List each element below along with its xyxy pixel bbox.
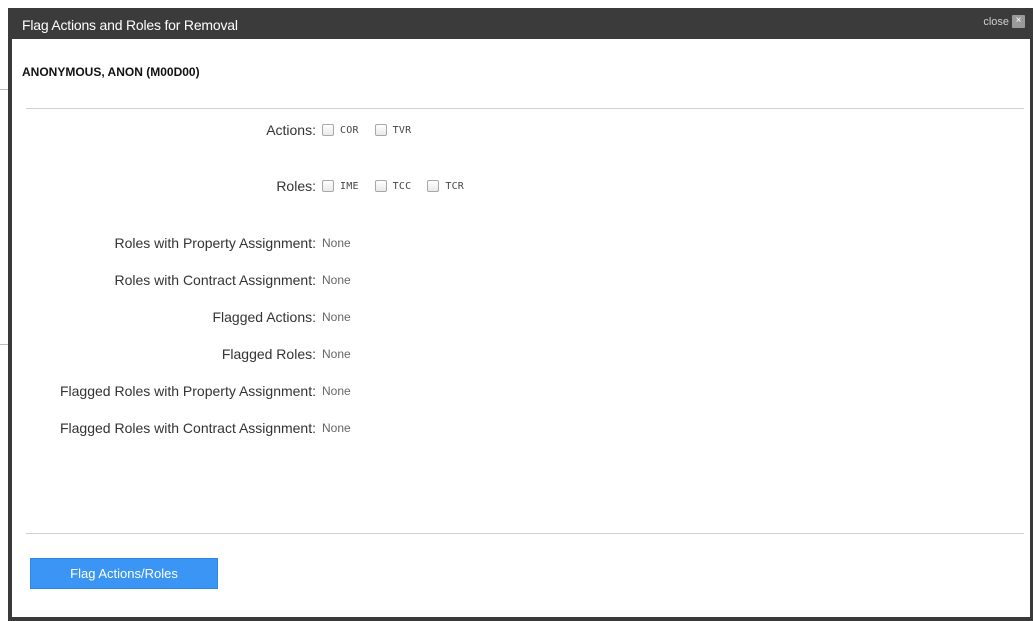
role-tcc-checkbox[interactable] [374,180,387,192]
field-row-flagged-actions: Flagged Actions: None [12,307,351,327]
actions-label: Actions: [266,122,316,138]
role-option-tcc[interactable]: TCC [374,180,412,192]
action-tvr-label[interactable]: TVR [393,125,412,136]
flag-removal-dialog: Flag Actions and Roles for Removal close… [8,8,1033,621]
field-value: None [322,310,351,324]
field-value: None [322,384,351,398]
field-label: Flagged Roles: [221,346,316,362]
close-button[interactable]: close × [983,15,1025,28]
bottom-divider [26,533,1024,534]
field-label: Roles with Property Assignment: [114,235,316,251]
person-name-heading: ANONYMOUS, ANON (M00D00) [22,65,200,79]
field-label: Flagged Actions: [212,309,316,325]
field-value: None [322,421,351,435]
action-option-cor[interactable]: COR [322,124,359,136]
dialog-titlebar: Flag Actions and Roles for Removal close… [8,8,1033,39]
action-cor-checkbox[interactable] [322,124,334,136]
role-tcr-checkbox[interactable] [427,180,440,192]
field-label: Flagged Roles with Property Assignment: [59,383,316,399]
role-option-tcr[interactable]: TCR [427,180,464,192]
flag-actions-roles-button[interactable]: Flag Actions/Roles [30,558,218,589]
field-value: None [322,347,351,361]
field-row-flagged-roles-property: Flagged Roles with Property Assignment: … [12,381,351,401]
roles-row: Roles: IME TCC TCR [12,176,480,196]
field-value: None [322,236,351,250]
field-row-flagged-roles-contract: Flagged Roles with Contract Assignment: … [12,418,351,438]
role-tcr-label[interactable]: TCR [445,181,464,192]
role-option-ime[interactable]: IME [322,180,359,192]
actions-row: Actions: COR TVR [12,120,427,140]
field-value: None [322,273,351,287]
field-label: Roles with Contract Assignment: [114,272,316,288]
role-tcc-label[interactable]: TCC [393,181,412,192]
close-label[interactable]: close [983,16,1009,28]
action-option-tvr[interactable]: TVR [374,124,412,136]
field-row-flagged-roles: Flagged Roles: None [12,344,351,364]
roles-label: Roles: [276,178,316,194]
close-icon[interactable]: × [1012,15,1025,28]
dialog-title: Flag Actions and Roles for Removal [22,17,238,33]
role-ime-label[interactable]: IME [340,181,359,192]
field-row-roles-contract: Roles with Contract Assignment: None [12,270,351,290]
role-ime-checkbox[interactable] [322,180,334,192]
action-tvr-checkbox[interactable] [374,124,387,136]
action-cor-label[interactable]: COR [340,125,359,136]
field-label: Flagged Roles with Contract Assignment: [59,420,316,436]
field-row-roles-property: Roles with Property Assignment: None [12,233,351,253]
top-divider [26,108,1024,109]
